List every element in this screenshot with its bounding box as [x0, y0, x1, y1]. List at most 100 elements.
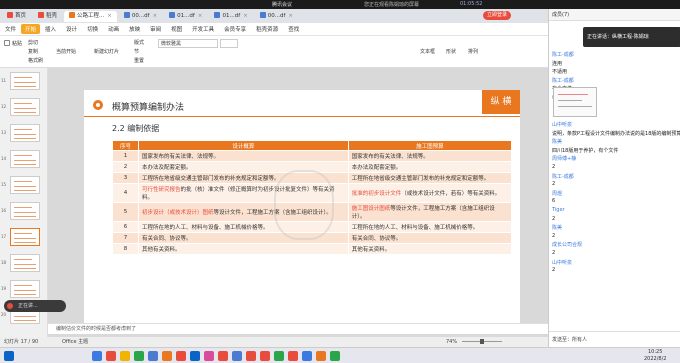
meeting-center: 您正在观看陈娟琼的屏幕 [364, 2, 420, 8]
taskbar-app-icon[interactable] [120, 351, 130, 361]
notes-pane[interactable]: 编制估价文件的时候是否都考虑到了 [48, 323, 548, 334]
thumbnail-number: 13 [1, 130, 7, 135]
taskbar-app-icon[interactable] [316, 351, 326, 361]
section-button[interactable]: 节 [134, 48, 139, 55]
close-icon[interactable]: × [107, 13, 112, 19]
taskbar-app-icon[interactable] [148, 351, 158, 361]
taskbar-app-icon[interactable] [260, 351, 270, 361]
tab-2[interactable]: 公路工程... × [64, 10, 117, 22]
close-icon[interactable]: × [243, 13, 248, 19]
cut-button[interactable]: 剪切 [28, 39, 38, 46]
login-button[interactable]: 立即登录 [483, 11, 512, 20]
chat-sender: 周师傅+静 [552, 156, 577, 163]
start-icon[interactable] [4, 351, 14, 361]
tab-label: 公路工程... [77, 12, 105, 19]
font-size-select[interactable] [220, 39, 238, 48]
tab-4[interactable]: 01...df × [164, 11, 207, 22]
clock-date: 2022/8/2 [644, 356, 667, 362]
theme-name: Office 主题 [62, 339, 89, 345]
menu-item-6[interactable]: 放映 [124, 25, 145, 33]
slide-title: 概算预算编制办法 [112, 103, 185, 113]
document-icon [169, 11, 176, 18]
chat-sender: 山中听泉 [552, 122, 573, 128]
taskbar-app-icon[interactable] [190, 351, 200, 361]
chat-sender: Tiger [552, 207, 565, 213]
zoom-slider-handle[interactable] [480, 339, 484, 344]
document-icon [38, 11, 45, 18]
new-slide-button[interactable]: 新建幻灯片 [94, 48, 119, 55]
table-cell: 本办法及配套定额。 [347, 161, 513, 173]
slide-thumbnail[interactable] [10, 280, 40, 298]
tab-label: 00...df [267, 12, 286, 19]
menu-item-8[interactable]: 视图 [166, 25, 187, 33]
chat-message: 2 [552, 250, 556, 256]
slide-thumbnail[interactable] [10, 150, 40, 168]
slide-thumbnail[interactable] [10, 202, 40, 220]
arrange-button[interactable]: 排列 [468, 48, 478, 55]
zoom-level[interactable]: 74% [446, 337, 457, 347]
taskbar-app-icon[interactable] [218, 351, 228, 361]
taskbar-app-icon[interactable] [92, 351, 102, 361]
taskbar-app-icon[interactable] [176, 351, 186, 361]
menu-item-9[interactable]: 开发工具 [187, 25, 219, 33]
menu-item-11[interactable]: 稻壳资源 [251, 25, 283, 33]
slide-thumbnail[interactable] [10, 228, 40, 246]
menu-item-10[interactable]: 会员专享 [219, 25, 251, 33]
textbox-button[interactable]: 文本框 [420, 48, 435, 55]
close-icon[interactable]: × [153, 13, 158, 19]
slide-thumbnail[interactable] [10, 124, 40, 142]
current-start-button[interactable]: 当前开始 [56, 48, 76, 55]
menu-item-12[interactable]: 查找 [283, 25, 304, 33]
font-name-select[interactable]: 微软雅黑 [158, 39, 218, 48]
menu-item-1[interactable]: 开始 [21, 24, 41, 34]
taskbar-app-icon[interactable] [162, 351, 172, 361]
taskbar-app-icon[interactable] [134, 351, 144, 361]
reset-button[interactable]: 重置 [134, 57, 144, 64]
thumbnail-number: 16 [1, 208, 7, 213]
tab-bar: 首页 稻壳 公路工程... × 00...df × 01...df × 01...df × 00..… [0, 9, 548, 23]
slide-thumbnail[interactable] [10, 176, 40, 194]
chat-panel: 成员(7) 正在讲话：纵横工程-陈娟琼 陈工-成都连用不适用陈工-成都有个文件纵… [548, 9, 680, 347]
slide[interactable]: 概算预算编制办法 纵 横 2.2 编制依据 序号 设计概算 施工图预算 1 国家发布的… [84, 90, 520, 326]
taskbar-app-icon[interactable] [302, 351, 312, 361]
paste-button[interactable]: 粘贴 [4, 40, 22, 47]
table-cell: 其他有关资料。 [138, 243, 349, 255]
chat-message: 不适用 [552, 69, 568, 76]
tab-6[interactable]: 00...df × [255, 11, 298, 22]
speaking-indicator[interactable]: 正在讲... [4, 300, 66, 312]
slide-thumbnail[interactable] [10, 254, 40, 272]
menu-item-0[interactable]: 文件 [0, 25, 21, 33]
taskbar-app-icon[interactable] [330, 351, 340, 361]
tab-label: 01...df [177, 12, 195, 19]
tab-1[interactable]: 稻壳 [33, 11, 62, 22]
close-icon[interactable]: × [198, 13, 203, 19]
shape-button[interactable]: 形状 [446, 48, 456, 55]
menu-item-5[interactable]: 动画 [103, 25, 124, 33]
thumbnail-number: 20 [1, 312, 7, 317]
menu-item-3[interactable]: 设计 [61, 25, 82, 33]
menu-item-2[interactable]: 插入 [40, 25, 61, 33]
table-cell: 批准的初步设计文件（或技术设计文件，若有）等有关资料。 [347, 183, 513, 203]
taskbar-app-icon[interactable] [246, 351, 256, 361]
chat-input[interactable]: 发送至：所有人 [549, 331, 680, 347]
close-icon[interactable]: × [288, 13, 293, 19]
layout-button[interactable]: 版式 [134, 39, 144, 46]
chat-image[interactable] [553, 87, 597, 117]
meeting-bar: 腾讯会议 您正在观看陈娟琼的屏幕 01:05:52 [0, 0, 680, 9]
format-painter-button[interactable]: 格式刷 [28, 57, 43, 64]
tab-3[interactable]: 00...df × [119, 11, 162, 22]
menu-item-4[interactable]: 切换 [82, 25, 103, 33]
taskbar-app-icon[interactable] [106, 351, 116, 361]
chat-message: 2 [552, 232, 556, 239]
menu-item-7[interactable]: 审阅 [145, 25, 166, 33]
taskbar-app-icon[interactable] [274, 351, 284, 361]
taskbar-app-icon[interactable] [288, 351, 298, 361]
slide-thumbnail[interactable] [10, 72, 40, 90]
copy-button[interactable]: 复制 [28, 48, 38, 55]
clock-time: 10:25 [648, 349, 663, 355]
taskbar-app-icon[interactable] [232, 351, 242, 361]
slide-thumbnail[interactable] [10, 98, 40, 116]
tab-5[interactable]: 01...df × [209, 11, 252, 22]
tab-0[interactable]: 首页 [2, 11, 31, 22]
taskbar-app-icon[interactable] [204, 351, 214, 361]
